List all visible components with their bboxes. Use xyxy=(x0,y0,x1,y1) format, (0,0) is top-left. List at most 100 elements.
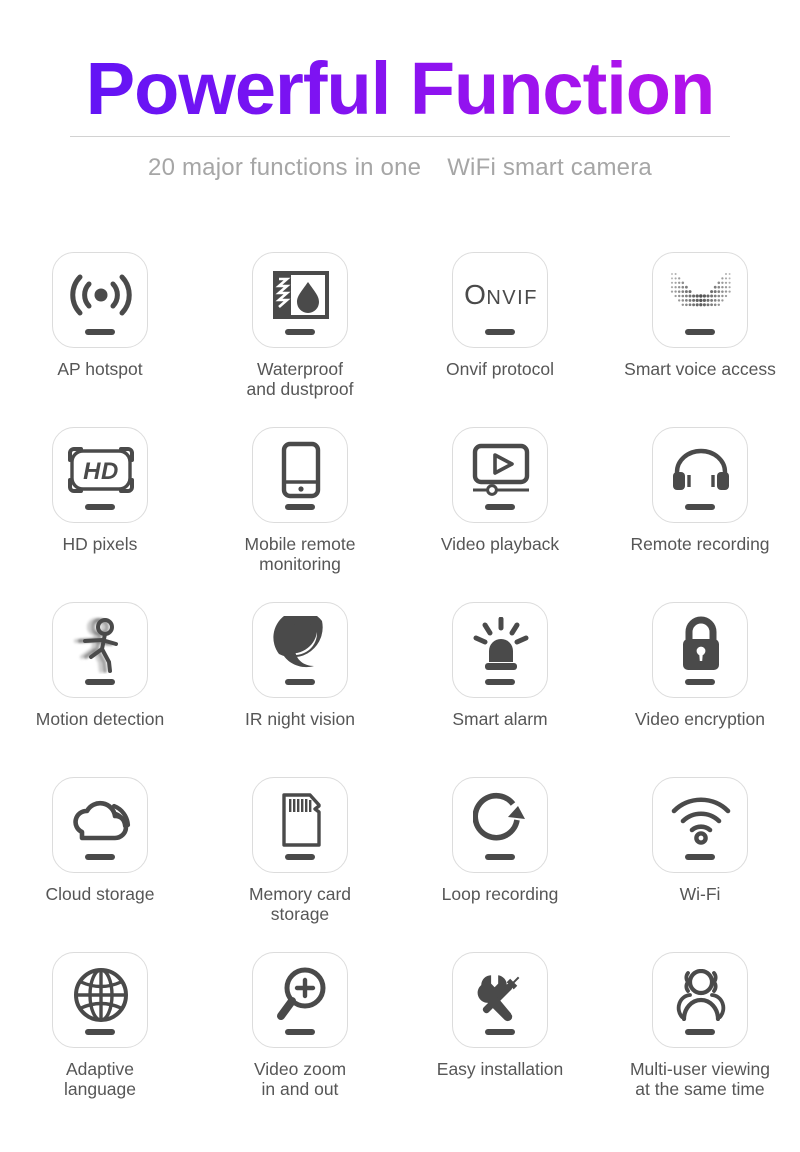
feature-item-memory-card-storage[interactable]: Memory card storage xyxy=(200,777,400,952)
feature-item-video-encryption[interactable]: Video encryption xyxy=(600,602,800,777)
feature-label: HD pixels xyxy=(62,534,138,554)
globe-icon xyxy=(53,961,149,1029)
feature-label: Cloud storage xyxy=(45,884,155,904)
tools-icon xyxy=(453,961,549,1029)
feature-card[interactable] xyxy=(252,777,348,873)
feature-label: Smart voice access xyxy=(624,359,776,379)
feature-item-hd-pixels[interactable]: HD HD pixels xyxy=(0,427,200,602)
page-header: Powerful Function 20 major functions in … xyxy=(0,0,800,182)
card-dash xyxy=(285,329,315,335)
feature-card[interactable] xyxy=(252,602,348,698)
feature-item-waterproof-and-dustproof[interactable]: Waterproof and dustproof xyxy=(200,252,400,427)
running-person-icon xyxy=(53,611,149,679)
feature-card[interactable] xyxy=(452,777,548,873)
feature-item-wi-fi[interactable]: Wi-Fi xyxy=(600,777,800,952)
feature-card[interactable] xyxy=(52,252,148,348)
card-dash xyxy=(85,1029,115,1035)
page-title-part1: Powerful xyxy=(85,47,391,130)
feature-label: Smart alarm xyxy=(452,709,548,729)
feature-item-ir-night-vision[interactable]: IR night vision xyxy=(200,602,400,777)
feature-card[interactable]: HD xyxy=(52,427,148,523)
magnifier-plus-icon xyxy=(253,961,349,1029)
feature-label: Onvif protocol xyxy=(446,359,554,379)
feature-label: Motion detection xyxy=(35,709,165,729)
feature-item-smart-voice-access[interactable]: Smart voice access xyxy=(600,252,800,427)
feature-card[interactable] xyxy=(452,602,548,698)
feature-label: AP hotspot xyxy=(57,359,143,379)
feature-card[interactable] xyxy=(52,602,148,698)
card-dash xyxy=(285,679,315,685)
feature-item-motion-detection[interactable]: Motion detection xyxy=(0,602,200,777)
card-dash xyxy=(685,329,715,335)
headphones-icon xyxy=(653,436,749,504)
feature-item-video-playback[interactable]: Video playback xyxy=(400,427,600,602)
feature-item-smart-alarm[interactable]: Smart alarm xyxy=(400,602,600,777)
feature-card[interactable] xyxy=(52,952,148,1048)
feature-item-multi-user-viewing[interactable]: Multi-user viewing at the same time xyxy=(600,952,800,1127)
feature-grid: AP hotspot Waterproof and dustproof O NV… xyxy=(0,252,800,1127)
feature-item-adaptive-language[interactable]: Adaptive language xyxy=(0,952,200,1127)
feature-card[interactable] xyxy=(452,952,548,1048)
card-dash xyxy=(285,1029,315,1035)
feature-card[interactable] xyxy=(652,252,748,348)
feature-label: Video zoom in and out xyxy=(253,1059,347,1099)
feature-card[interactable] xyxy=(252,427,348,523)
feature-label: Wi-Fi xyxy=(679,884,721,904)
poster-page: Powerful Function 20 major functions in … xyxy=(0,0,800,1152)
page-title-part2: Function xyxy=(409,47,715,130)
waterproof-dustproof-icon xyxy=(253,261,349,329)
video-playback-icon xyxy=(453,436,549,504)
padlock-icon xyxy=(653,611,749,679)
ap-hotspot-icon xyxy=(53,261,149,329)
feature-card[interactable] xyxy=(652,427,748,523)
feature-card[interactable] xyxy=(652,777,748,873)
feature-label: Adaptive language xyxy=(63,1059,137,1099)
feature-card[interactable] xyxy=(52,777,148,873)
crescent-moon-icon xyxy=(253,611,349,679)
onvif-logo-big: O xyxy=(464,279,487,310)
card-dash xyxy=(85,504,115,510)
feature-item-remote-recording[interactable]: Remote recording xyxy=(600,427,800,602)
feature-item-loop-recording[interactable]: Loop recording xyxy=(400,777,600,952)
card-dash xyxy=(685,1029,715,1035)
page-subtitle: 20 major functions in one WiFi smart came… xyxy=(0,154,800,182)
feature-item-easy-installation[interactable]: Easy installation xyxy=(400,952,600,1127)
feature-item-video-zoom-in-and-out[interactable]: Video zoom in and out xyxy=(200,952,400,1127)
feature-label: IR night vision xyxy=(245,709,355,729)
feature-item-mobile-remote-monitoring[interactable]: Mobile remote monitoring xyxy=(200,427,400,602)
feature-card[interactable]: O NVIF xyxy=(452,252,548,348)
feature-label: Mobile remote monitoring xyxy=(244,534,356,574)
card-dash xyxy=(485,679,515,685)
card-dash xyxy=(85,854,115,860)
multi-user-icon xyxy=(653,961,749,1029)
feature-item-onvif-protocol[interactable]: O NVIF Onvif protocol xyxy=(400,252,600,427)
hd-badge-icon: HD xyxy=(53,436,149,504)
feature-card[interactable] xyxy=(252,252,348,348)
card-dash xyxy=(685,679,715,685)
feature-card[interactable] xyxy=(452,427,548,523)
subtitle-right: WiFi smart camera xyxy=(447,154,652,181)
card-dash xyxy=(285,854,315,860)
feature-card[interactable] xyxy=(252,952,348,1048)
card-dash xyxy=(485,1029,515,1035)
feature-label: Multi-user viewing at the same time xyxy=(629,1059,771,1099)
card-dash xyxy=(685,854,715,860)
card-dash xyxy=(685,504,715,510)
wifi-icon xyxy=(653,786,749,854)
feature-item-cloud-storage[interactable]: Cloud storage xyxy=(0,777,200,952)
card-dash xyxy=(485,854,515,860)
svg-text:HD: HD xyxy=(83,458,119,485)
feature-card[interactable] xyxy=(652,952,748,1048)
feature-label: Loop recording xyxy=(441,884,559,904)
onvif-logo-icon: O NVIF xyxy=(453,261,549,329)
cloud-upload-icon xyxy=(53,786,149,854)
card-dash xyxy=(85,329,115,335)
card-dash xyxy=(285,504,315,510)
subtitle-left: 20 major functions in one xyxy=(148,154,422,181)
feature-label: Video encryption xyxy=(634,709,766,729)
feature-item-ap-hotspot[interactable]: AP hotspot xyxy=(0,252,200,427)
feature-label: Easy installation xyxy=(436,1059,564,1079)
feature-card[interactable] xyxy=(652,602,748,698)
card-dash xyxy=(485,329,515,335)
voice-waveform-icon xyxy=(653,261,749,329)
